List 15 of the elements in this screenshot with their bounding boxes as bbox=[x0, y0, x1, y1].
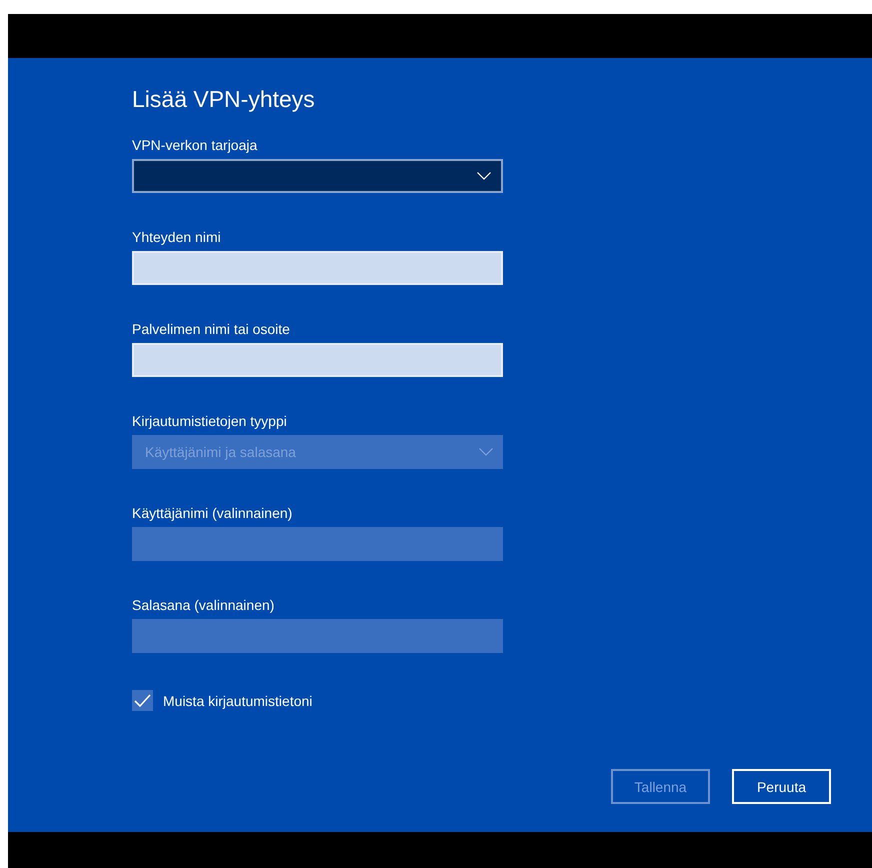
field-label: Salasana (valinnainen) bbox=[132, 596, 276, 615]
cancel-button[interactable]: Peruuta bbox=[732, 769, 831, 804]
dialog-title: Lisää VPN-yhteys bbox=[132, 85, 315, 114]
checkbox[interactable] bbox=[132, 690, 153, 711]
checkbox-label: Muista kirjautumistietoni bbox=[163, 692, 312, 710]
chevron-down-icon bbox=[479, 448, 493, 456]
field-label: Yhteyden nimi bbox=[132, 228, 222, 247]
chevron-down-icon bbox=[477, 172, 491, 180]
field-label: VPN-verkon tarjoaja bbox=[132, 136, 258, 155]
dropdown[interactable] bbox=[132, 159, 503, 193]
input-field[interactable] bbox=[132, 343, 503, 377]
field-label: Käyttäjänimi (valinnainen) bbox=[132, 504, 294, 523]
field-label: Palvelimen nimi tai osoite bbox=[132, 320, 291, 339]
field-label: Kirjautumistietojen tyyppi bbox=[132, 412, 288, 431]
input-field[interactable] bbox=[132, 251, 503, 285]
